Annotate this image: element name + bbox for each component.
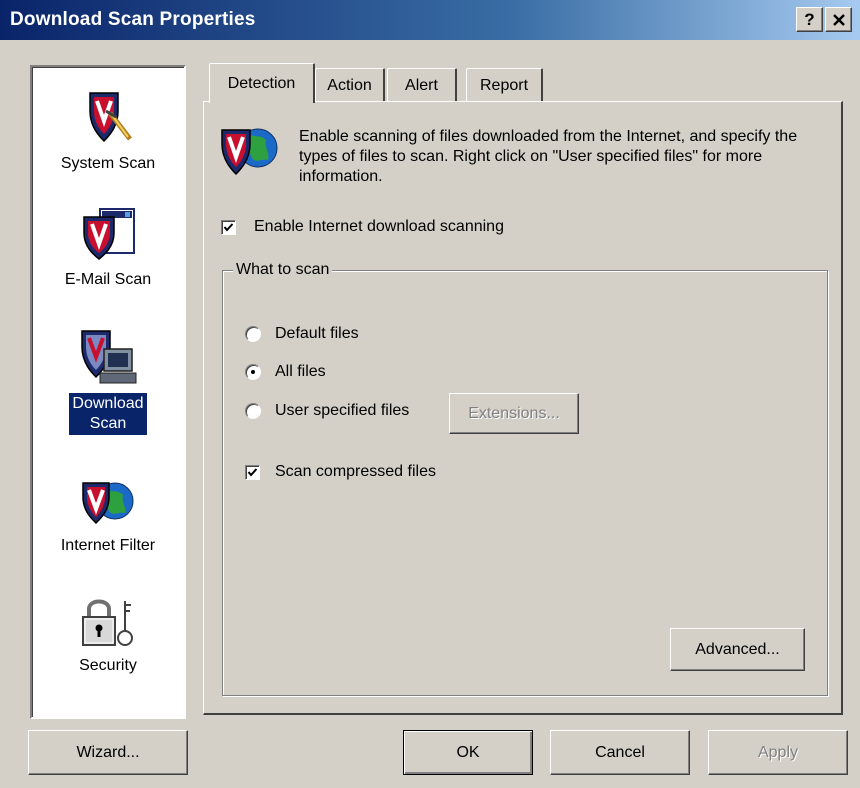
tab-alert[interactable]: Alert	[387, 68, 457, 102]
user-specified-files-label[interactable]: User specified files	[275, 401, 409, 421]
system-scan-icon	[89, 92, 132, 143]
default-files-label[interactable]: Default files	[275, 324, 359, 344]
all-files-radio[interactable]	[245, 364, 261, 380]
sidebar-item-label: Security	[79, 657, 137, 674]
title-bar: Download Scan Properties ?	[0, 0, 860, 40]
sidebar-label-line2: Scan	[89, 415, 127, 432]
sidebar-item-label: System Scan	[60, 155, 156, 172]
sidebar-label-line1: Download	[72, 395, 144, 412]
apply-button[interactable]: Apply	[708, 730, 848, 775]
download-scan-icon	[81, 330, 137, 384]
extensions-button[interactable]: Extensions...	[449, 393, 579, 434]
help-button[interactable]: ?	[796, 7, 823, 32]
sidebar-item-internet-filter[interactable]: Internet Filter	[32, 477, 184, 557]
tab-report[interactable]: Report	[466, 68, 543, 102]
radio-selected-dot	[251, 370, 255, 374]
detection-description: Enable scanning of files downloaded from…	[299, 128, 798, 185]
user-specified-files-radio[interactable]	[245, 403, 261, 419]
security-lock-icon	[82, 599, 133, 646]
sidebar-item-download-scan[interactable]: Download Scan	[32, 327, 184, 435]
tab-detection[interactable]: Detection	[209, 63, 315, 103]
sidebar-item-label: E-Mail Scan	[64, 271, 152, 288]
enable-download-scanning-checkbox[interactable]	[221, 220, 236, 235]
checkmark-icon	[223, 223, 234, 232]
window-title: Download Scan Properties	[10, 9, 256, 30]
scan-compressed-files-checkbox[interactable]	[245, 465, 260, 480]
sidebar-item-label: Download Scan	[69, 393, 147, 435]
checkmark-icon	[247, 468, 258, 477]
wizard-button[interactable]: Wizard...	[28, 730, 188, 775]
default-files-radio[interactable]	[245, 326, 261, 342]
advanced-button[interactable]: Advanced...	[670, 628, 805, 671]
download-scan-shield-icon	[221, 128, 278, 176]
enable-download-scanning-label[interactable]: Enable Internet download scanning	[254, 217, 504, 237]
close-icon	[832, 14, 845, 26]
cancel-button[interactable]: Cancel	[550, 730, 690, 775]
ok-button[interactable]: OK	[403, 730, 533, 775]
sidebar: System Scan E-Mail Scan Download Scan In…	[30, 65, 186, 719]
all-files-label[interactable]: All files	[275, 362, 326, 382]
what-to-scan-title: What to scan	[233, 260, 333, 280]
internet-filter-icon	[82, 482, 134, 525]
close-button[interactable]	[825, 7, 852, 32]
tab-action[interactable]: Action	[315, 68, 385, 102]
email-scan-icon	[83, 208, 135, 260]
sidebar-item-security[interactable]: Security	[32, 595, 184, 677]
sidebar-item-email-scan[interactable]: E-Mail Scan	[32, 207, 184, 291]
sidebar-item-system-scan[interactable]: System Scan	[32, 89, 184, 175]
sidebar-item-label: Internet Filter	[60, 537, 156, 554]
scan-compressed-files-label[interactable]: Scan compressed files	[275, 462, 436, 482]
